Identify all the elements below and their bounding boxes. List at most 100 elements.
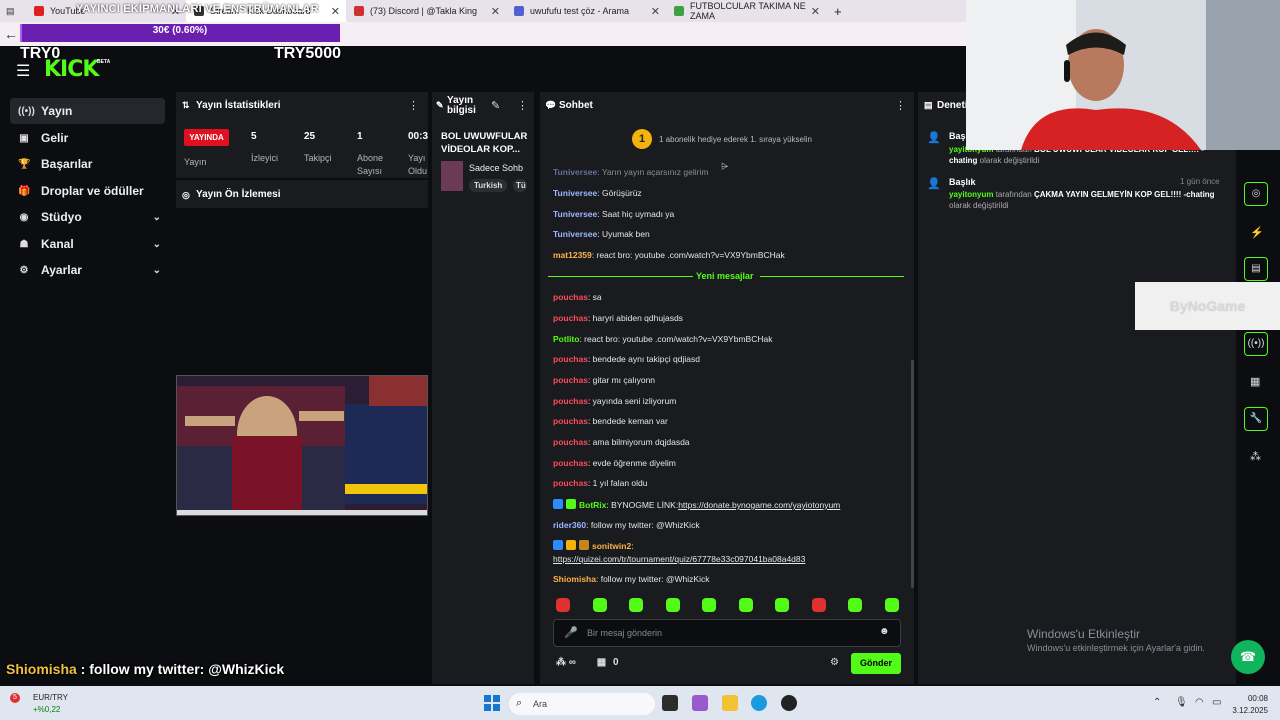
sidebar-item-studyo[interactable]: ◉ Stüdyo ⌄ <box>10 204 165 230</box>
back-arrow-icon[interactable]: ← <box>4 26 18 42</box>
chat-settings-icon[interactable]: ⚙ <box>830 657 839 668</box>
printer-icon[interactable]: ▦ <box>1250 375 1260 388</box>
copilot-icon[interactable] <box>692 695 708 711</box>
tab-actions-icon[interactable]: ▤ <box>0 0 15 22</box>
chat-username[interactable]: pouchas <box>553 396 588 406</box>
chevron-down-icon[interactable]: ⌄ <box>153 265 161 276</box>
taskbar-search[interactable] <box>509 693 655 715</box>
sub-gift-banner[interactable]: 1 abonelik hediye ederek 1. sıraya yükse… <box>659 135 812 144</box>
tab-discord[interactable]: (73) Discord | @Takla King ✕ <box>346 0 506 22</box>
emoji-picker-icon[interactable]: ☻ <box>879 626 890 637</box>
chat-username[interactable]: Tuniversee <box>553 209 597 219</box>
broadcast-icon[interactable]: ((•)) <box>1244 332 1268 356</box>
chevron-down-icon[interactable]: ⌄ <box>153 212 161 223</box>
tab-futbolcular[interactable]: FUTBOLCULAR TAKIMA NE ZAMA ✕ <box>666 0 826 22</box>
audit-user[interactable]: yayitonyum <box>949 190 993 199</box>
edge-browser-icon[interactable] <box>751 695 767 711</box>
chat-username[interactable]: pouchas <box>553 458 588 468</box>
new-tab-button[interactable]: + <box>826 0 856 22</box>
chat-message: pouchas: bendede aynı takipçi qdjiasd <box>553 354 700 364</box>
tray-chevron-icon[interactable]: ⌃ <box>1153 697 1161 708</box>
emote-icon[interactable] <box>848 598 862 612</box>
gift-icon[interactable]: ▦ <box>597 657 606 668</box>
more-options-icon[interactable]: ⋮ <box>408 99 419 112</box>
close-icon[interactable]: ✕ <box>651 5 660 18</box>
chat-username[interactable]: pouchas <box>553 375 588 385</box>
help-chat-icon[interactable]: ☎ <box>1231 640 1265 674</box>
emote-icon[interactable] <box>629 598 643 612</box>
chat-username[interactable]: Tuniversee <box>553 229 597 239</box>
chat-link[interactable]: https://quizei.com/tr/tournament/quiz/67… <box>553 554 805 564</box>
sidebar-item-droplar[interactable]: 🎁 Droplar ve ödüller <box>10 178 165 204</box>
kick-logo[interactable]: KICK <box>44 57 99 82</box>
stat-label-subs: Abone Sayısı <box>357 153 384 176</box>
chat-username[interactable]: Tuniversee <box>553 167 597 177</box>
emote-icon[interactable] <box>592 598 607 612</box>
chat-username[interactable]: BotRix <box>579 500 606 510</box>
tag-secondary[interactable]: Tü <box>513 179 527 192</box>
emote-icon[interactable] <box>665 598 680 612</box>
microphone-icon[interactable]: 🎤 <box>564 626 578 639</box>
emote-icon[interactable] <box>811 598 826 612</box>
chat-username[interactable]: pouchas <box>553 313 588 323</box>
category-name[interactable]: Sadece Sohb <box>469 163 529 173</box>
wrench-icon[interactable]: 🔧 <box>1244 407 1268 431</box>
microphone-tray-icon[interactable]: 🎙 <box>1175 697 1188 708</box>
tag-turkish[interactable]: Turkish <box>469 179 508 192</box>
sidebar-item-gelir[interactable]: ▣ Gelir <box>10 125 165 151</box>
battery-icon[interactable]: ▭ <box>1212 697 1221 708</box>
chat-username[interactable]: pouchas <box>553 437 588 447</box>
more-options-icon[interactable]: ⋮ <box>517 99 528 112</box>
studio-icon: ◉ <box>19 211 29 223</box>
sidebar-item-kanal[interactable]: ☗ Kanal ⌄ <box>10 231 165 257</box>
stream-title: BOL UWUWFULAR VİDEOLAR KOP... <box>441 131 528 155</box>
sidebar-item-ayarlar[interactable]: ⚙ Ayarlar ⌄ <box>10 257 165 283</box>
app-icon[interactable] <box>781 695 797 711</box>
hamburger-menu-icon[interactable]: ☰ <box>16 61 30 81</box>
chat-link[interactable]: https://donate.bynogame.com/yayiotonyum <box>678 500 840 510</box>
chevron-down-icon[interactable]: ⌄ <box>153 239 161 250</box>
search-icon: ⌕ <box>516 697 523 709</box>
edit-icon[interactable]: ✎ <box>491 99 500 112</box>
emote-icon[interactable] <box>702 598 716 612</box>
chat-username[interactable]: pouchas <box>553 416 588 426</box>
ticker-name[interactable]: EUR/TRY <box>33 693 68 702</box>
chat-username[interactable]: Potlito <box>553 334 579 344</box>
sidebar-item-label: Gelir <box>41 131 69 145</box>
taskbar-date[interactable]: 3.12.2025 <box>1222 706 1268 715</box>
chat-username[interactable]: sonitwin2 <box>592 541 631 551</box>
points-icon[interactable]: ⁂ <box>556 657 566 668</box>
file-explorer-icon[interactable] <box>722 695 738 711</box>
lightning-icon[interactable]: ⚡ <box>1250 226 1264 239</box>
chat-username[interactable]: Tuniversee <box>553 188 597 198</box>
chat-username[interactable]: pouchas <box>553 478 588 488</box>
pinned-toggle-icon[interactable]: ⩥ <box>721 161 728 172</box>
sidebar-item-basarilar[interactable]: 🏆 Başarılar <box>10 151 165 177</box>
close-icon[interactable]: ✕ <box>491 5 500 18</box>
taskbar-clock[interactable]: 00:08 <box>1236 694 1268 703</box>
youtube-icon <box>34 6 44 16</box>
emote-icon[interactable] <box>556 598 570 612</box>
camera-action-icon[interactable]: ◎ <box>1244 182 1268 206</box>
close-icon[interactable]: ✕ <box>811 5 820 18</box>
stream-preview-thumbnail[interactable] <box>176 375 428 516</box>
windows-start-icon[interactable] <box>484 695 500 711</box>
tab-search[interactable]: uwufufu test çöz - Arama ✕ <box>506 0 666 22</box>
document-icon[interactable]: ▤ <box>1244 257 1268 281</box>
close-icon[interactable]: ✕ <box>331 5 340 18</box>
emote-icon[interactable] <box>884 598 899 612</box>
chat-username[interactable]: Shiomisha <box>553 574 596 584</box>
more-options-icon[interactable]: ⋮ <box>895 99 906 112</box>
emote-icon[interactable] <box>775 598 789 612</box>
chat-username[interactable]: mat12359 <box>553 250 592 260</box>
nodes-icon[interactable]: ⁂ <box>1250 450 1261 463</box>
chat-username[interactable]: rider360 <box>553 520 586 530</box>
send-button[interactable]: Gönder <box>851 653 901 674</box>
wifi-icon[interactable]: ◠ <box>1195 697 1204 708</box>
sidebar-item-yayin[interactable]: ((•)) Yayın <box>10 98 165 124</box>
taskview-icon[interactable] <box>662 695 678 711</box>
chat-username[interactable]: pouchas <box>553 354 588 364</box>
chat-username[interactable]: pouchas <box>553 292 588 302</box>
chat-scrollbar[interactable] <box>911 360 914 588</box>
emote-icon[interactable] <box>738 598 753 612</box>
